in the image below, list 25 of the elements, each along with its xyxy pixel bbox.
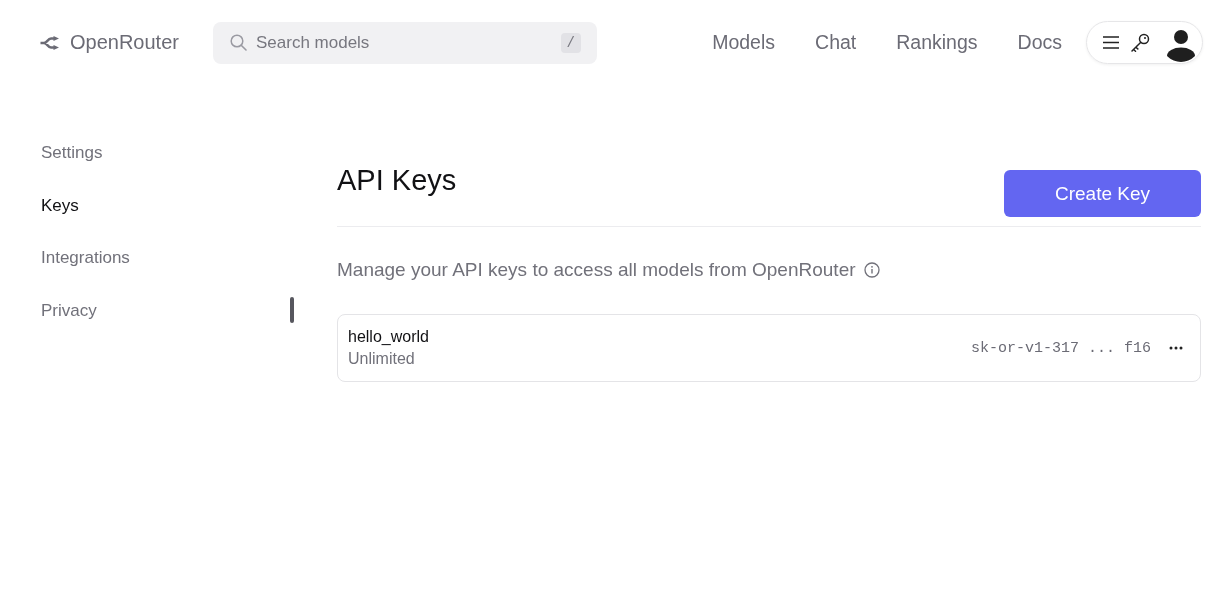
info-icon[interactable] [863,262,880,278]
sidebar-item[interactable]: Privacy [41,298,97,323]
key-limit: Unlimited [348,349,415,369]
more-icon [1169,346,1183,350]
nav-link[interactable]: Docs [1017,31,1062,54]
nav-link[interactable]: Models [712,31,776,54]
create-key-button[interactable]: Create Key [1004,170,1201,217]
key-name: hello_world [348,327,429,347]
keys-button[interactable] [1131,33,1150,52]
api-key-card[interactable]: hello_world Unlimited sk-or-v1-317 ... f16 [337,314,1201,382]
menu-button[interactable] [1103,36,1119,49]
sidebar-item[interactable]: Settings [41,141,103,165]
scrollbar-thumb[interactable] [290,297,294,323]
nav-link[interactable]: Chat [815,31,857,54]
page-title: API Keys [337,163,457,197]
masked-key: sk-or-v1-317 ... f16 [970,339,1151,357]
logo-link[interactable]: OpenRouter [40,31,179,54]
logo-icon [40,35,59,50]
nav-link[interactable]: Rankings [896,31,978,54]
sidebar-item[interactable]: Keys [41,193,79,218]
key-icon [1131,33,1150,52]
sidebar-item[interactable]: Integrations [41,246,130,271]
page-description: Manage your API keys to access all models from OpenRouter [337,258,856,282]
search-icon [229,33,247,51]
menu-icon [1103,36,1119,49]
